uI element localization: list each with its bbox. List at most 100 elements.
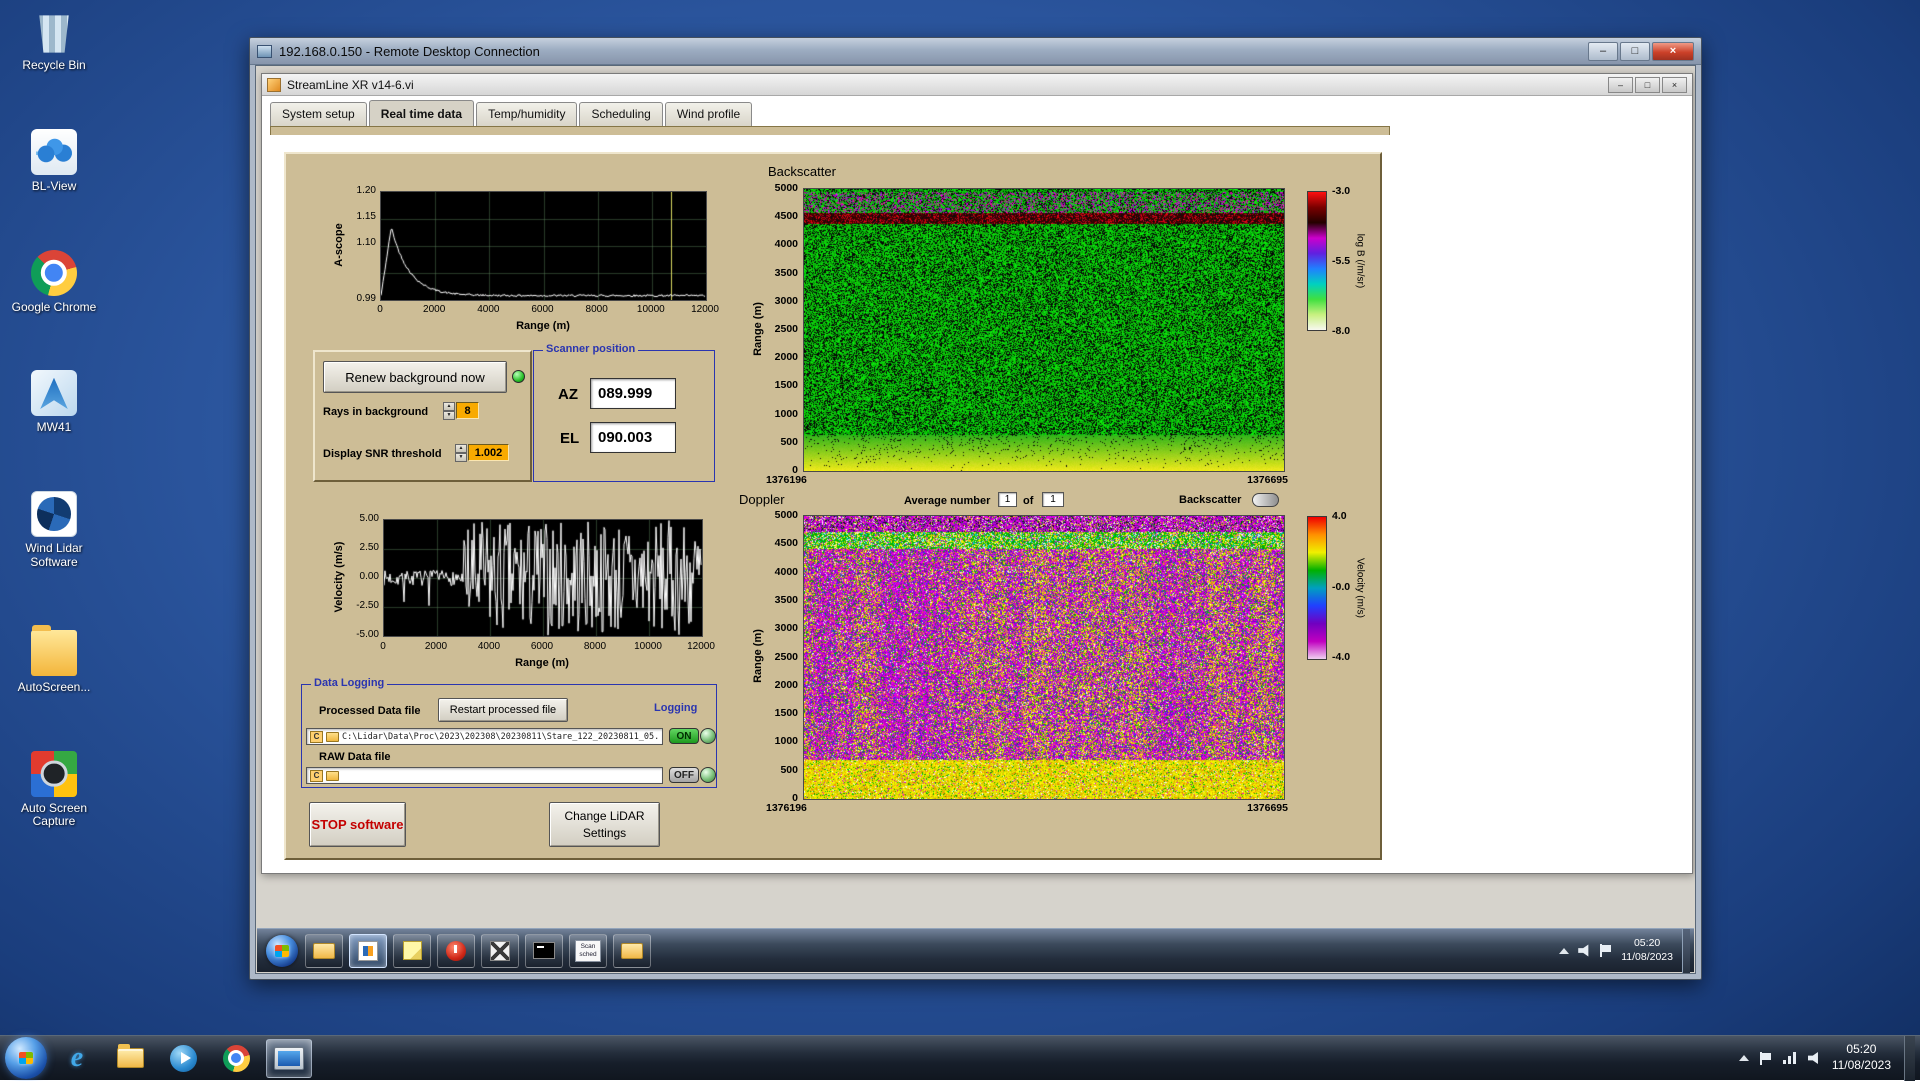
- network-icon[interactable]: [1783, 1052, 1797, 1064]
- remote-desktop-icon-button[interactable]: [266, 1039, 312, 1078]
- remote-tray-expand-icon[interactable]: [1559, 948, 1569, 954]
- rdp-window: 192.168.0.150 - Remote Desktop Connectio…: [249, 37, 1702, 980]
- axis-tick: 4500: [752, 210, 798, 222]
- remote-sticky-notes-icon-button[interactable]: [393, 934, 431, 968]
- axis-tick: -5.00: [331, 629, 379, 640]
- axis-tick: 4000: [463, 304, 513, 315]
- vi-titlebar[interactable]: StreamLine XR v14-6.vi – □ ×: [262, 74, 1692, 96]
- rdp-maximize-button[interactable]: □: [1620, 42, 1650, 61]
- axis-tick: 1000: [752, 735, 798, 747]
- remote-clock[interactable]: 05:20 11/08/2023: [1621, 937, 1673, 964]
- tray-expand-icon[interactable]: [1739, 1055, 1749, 1061]
- tab-temp-humidity[interactable]: Temp/humidity: [476, 102, 577, 126]
- axis-tick: 0: [358, 641, 408, 652]
- axis-tick: 500: [752, 436, 798, 448]
- processed-logging-on-toggle[interactable]: ON: [669, 728, 699, 744]
- remote-active-app-icon-button[interactable]: [349, 934, 387, 968]
- folder-browse-icon[interactable]: [326, 732, 339, 742]
- raw-logging-off-toggle[interactable]: OFF: [669, 767, 699, 783]
- remote-terminal-icon: [533, 942, 555, 959]
- remote-clock-time: 05:20: [1621, 937, 1673, 951]
- axis-tick: 2000: [752, 351, 798, 363]
- stop-software-button[interactable]: STOP software: [309, 802, 406, 847]
- remote-explorer-icon-button[interactable]: [305, 934, 343, 968]
- axis-tick: 0: [355, 304, 405, 315]
- desktop-icon-wind-lidar[interactable]: Wind Lidar Software: [6, 491, 102, 570]
- start-button[interactable]: [5, 1037, 47, 1079]
- folder-browse-icon[interactable]: [326, 771, 339, 781]
- desktop-icon-mw41[interactable]: MW41: [6, 370, 102, 435]
- remote-scan-sched-icon: Scan sched: [575, 940, 601, 962]
- backscatter-toggle[interactable]: [1252, 493, 1279, 507]
- chrome-icon-button[interactable]: [213, 1039, 259, 1078]
- desktop-icon-auto-screen-capture[interactable]: Auto Screen Capture: [6, 751, 102, 830]
- scanner-position-group: Scanner position AZ 089.999 EL 090.003: [533, 350, 715, 482]
- action-center-icon[interactable]: [1760, 1052, 1772, 1065]
- rdp-titlebar[interactable]: 192.168.0.150 - Remote Desktop Connectio…: [250, 38, 1701, 65]
- average-total-field[interactable]: 1: [1042, 492, 1064, 507]
- axis-tick: 12000: [676, 641, 726, 652]
- remote-close-app-icon-button[interactable]: [481, 934, 519, 968]
- clock-date: 11/08/2023: [1832, 1058, 1891, 1074]
- remote-taskbar: Scan sched 05:20 11/08/2023: [257, 928, 1694, 972]
- chrome-icon: [223, 1045, 250, 1072]
- axis-tick: -5.5: [1332, 255, 1368, 267]
- tab-scheduling[interactable]: Scheduling: [579, 102, 662, 126]
- restart-processed-file-button[interactable]: Restart processed file: [438, 698, 568, 722]
- backscatter-colorbar: [1307, 191, 1327, 331]
- tab-wind-profile[interactable]: Wind profile: [665, 102, 752, 126]
- az-field[interactable]: 089.999: [590, 378, 676, 409]
- tab-system-setup[interactable]: System setup: [270, 102, 367, 126]
- rdp-computer-icon: [257, 45, 272, 58]
- average-number-field[interactable]: 1: [998, 492, 1017, 507]
- velocity-plot: [383, 519, 703, 637]
- rdp-minimize-button[interactable]: –: [1588, 42, 1618, 61]
- el-field[interactable]: 090.003: [590, 422, 676, 453]
- processed-logging-knob[interactable]: [700, 728, 716, 744]
- remote-terminal-icon-button[interactable]: [525, 934, 563, 968]
- vi-close-button[interactable]: ×: [1662, 77, 1687, 93]
- desktop-icon-bl-view[interactable]: BL-View: [6, 129, 102, 194]
- remote-system-tray: 05:20 11/08/2023: [1559, 929, 1685, 973]
- vi-minimize-button[interactable]: –: [1608, 77, 1633, 93]
- remote-taskbar-items: Scan sched: [305, 934, 651, 968]
- remote-show-desktop-button[interactable]: [1682, 929, 1690, 973]
- axis-tick: 500: [752, 764, 798, 776]
- desktop-icon-list: Recycle Bin BL-View Google Chrome MW41 Wind …: [6, 8, 102, 829]
- remote-scan-sched-icon-button[interactable]: Scan sched: [569, 934, 607, 968]
- rdp-close-button[interactable]: ×: [1652, 42, 1694, 61]
- remote-folder-icon-button[interactable]: [613, 934, 651, 968]
- remote-volume-icon[interactable]: [1578, 944, 1591, 957]
- remote-action-center-icon[interactable]: [1600, 944, 1612, 957]
- axis-tick: 2500: [752, 651, 798, 663]
- show-desktop-button[interactable]: [1904, 1036, 1915, 1081]
- taskbar-clock[interactable]: 05:20 11/08/2023: [1832, 1042, 1891, 1073]
- snr-value-field[interactable]: 1.002: [468, 444, 509, 461]
- labview-vi-icon: [267, 78, 281, 92]
- desktop-icon-google-chrome[interactable]: Google Chrome: [6, 250, 102, 315]
- front-panel: A-scope Range (m) Renew background now R…: [284, 152, 1382, 860]
- of-label: of: [1023, 495, 1033, 507]
- volume-icon[interactable]: [1808, 1052, 1821, 1065]
- desktop-icon-recycle-bin[interactable]: Recycle Bin: [6, 8, 102, 73]
- renew-background-button[interactable]: Renew background now: [323, 361, 507, 393]
- snr-spinner[interactable]: ▲▼: [455, 444, 467, 461]
- processed-path-field[interactable]: C C:\Lidar\Data\Proc\2023\202308\2023081…: [306, 728, 663, 745]
- media-player-icon-button[interactable]: [160, 1039, 206, 1078]
- axis-tick: 4.0: [1332, 510, 1368, 522]
- axis-tick: -4.0: [1332, 651, 1368, 663]
- raw-logging-knob[interactable]: [700, 767, 716, 783]
- raw-path-field[interactable]: C: [306, 767, 663, 784]
- doppler-plot: [803, 515, 1285, 800]
- remote-start-button[interactable]: [266, 935, 298, 967]
- vi-maximize-button[interactable]: □: [1635, 77, 1660, 93]
- internet-explorer-icon-button[interactable]: e: [54, 1039, 100, 1078]
- desktop-icon-autoscreen-folder[interactable]: AutoScreen...: [6, 626, 102, 695]
- rays-value-field[interactable]: 8: [456, 402, 479, 419]
- tab-real-time-data[interactable]: Real time data: [369, 100, 474, 126]
- remote-power-app-icon-button[interactable]: [437, 934, 475, 968]
- windows-explorer-icon-button[interactable]: [107, 1039, 153, 1078]
- a-scope-plot: [380, 191, 707, 301]
- change-lidar-settings-button[interactable]: Change LiDAR Settings: [549, 802, 660, 847]
- rays-spinner[interactable]: ▲▼: [443, 402, 455, 419]
